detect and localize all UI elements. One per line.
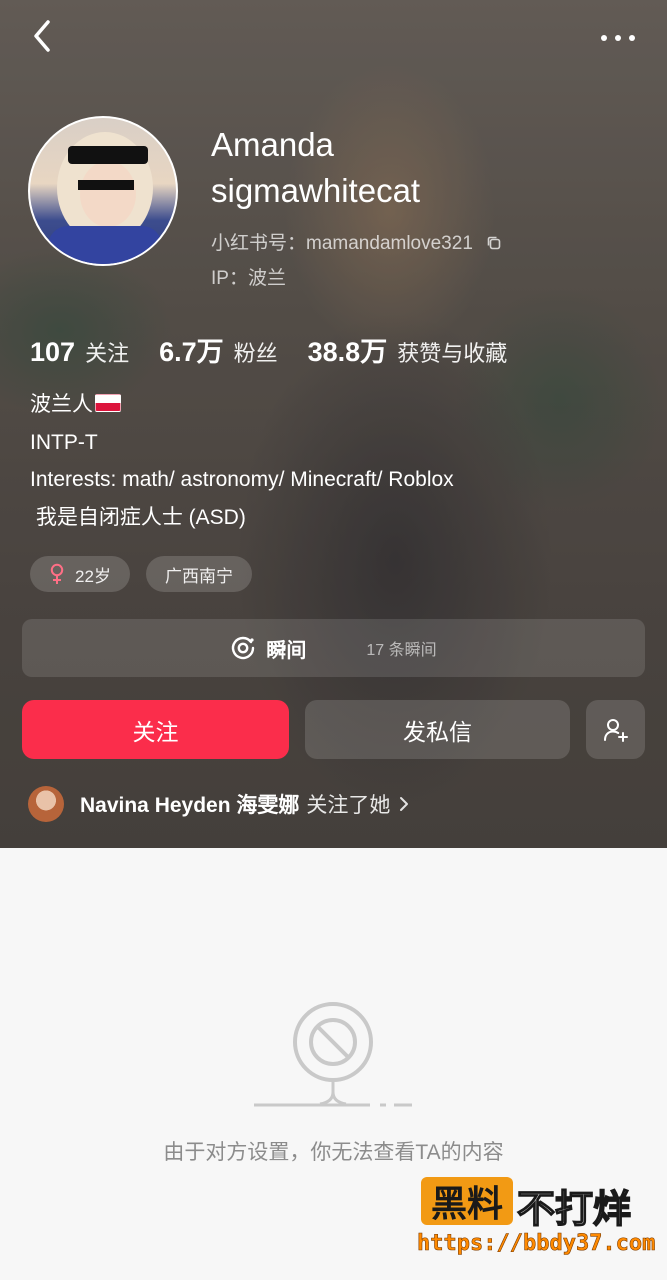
poland-flag-icon [95,394,121,412]
more-horizontal-icon[interactable] [598,28,638,48]
bio-line: 我是自闭症人士 (ASD) [30,505,246,529]
empty-state-message: 由于对方设置，你无法查看TA的内容 [163,1141,504,1164]
xhs-id: 小红书号：mamandamlove321 [211,228,502,255]
bio-line: 波兰人 [30,386,454,424]
moments-count: 17 条瞬间 [366,642,437,659]
stat-likes-value: 38.8万 [307,337,388,367]
moments-title: 瞬间 [266,639,307,662]
stat-following-value: 107 [30,337,76,367]
stat-followers-value: 6.7万 [159,337,224,367]
blocked-content-icon [254,1002,412,1107]
stat-following-label: 关注 [85,341,130,366]
moments-bar[interactable]: 瞬间 17 条瞬间 [22,619,645,677]
ip-label: IP： [211,268,248,289]
ip-location: IP：波兰 [211,263,286,290]
xhs-id-label: 小红书号： [211,233,307,254]
chevron-left-icon[interactable] [28,16,58,56]
add-user-icon [603,718,628,742]
bio-line: Interests: math/ astronomy/ Minecraft/ R… [30,468,454,491]
profile-header: Amanda sigmawhitecat 小红书号：mamandamlove32… [0,0,667,848]
location-tag: 广西南宁 [146,556,252,592]
ip-value: 波兰 [247,268,286,289]
stat-followers[interactable]: 6.7万 粉丝 [159,330,278,369]
stat-likes[interactable]: 38.8万 获赞与收藏 [308,330,508,369]
avatar-image [48,132,162,264]
watermark-badge: 黑料 [421,1177,513,1225]
xhs-id-value: mamandamlove321 [306,233,473,254]
add-friend-button[interactable] [586,700,645,759]
follow-button[interactable]: 关注 [22,700,289,759]
watermark-url: https://bbdy37.com [417,1231,656,1257]
recommendation-name: Navina Heyden 海雯娜 [80,794,300,817]
bio-line-text: 波兰人 [30,393,93,416]
stat-likes-label: 获赞与收藏 [397,341,508,366]
mutual-follow-recommendation[interactable]: Navina Heyden 海雯娜 关注了她 [28,785,410,823]
watermark-text: 不打烊 [516,1188,632,1232]
copy-icon[interactable] [486,235,502,251]
female-icon [50,563,64,584]
chevron-right-icon [400,797,409,811]
follow-button-label: 关注 [132,718,179,745]
message-button-label: 发私信 [403,718,472,745]
profile-name: Amanda sigmawhitecat [211,122,420,214]
moments-icon [232,636,255,660]
bio: 波兰人 INTP-T Interests: math/ astronomy/ M… [30,386,454,536]
stat-followers-label: 粉丝 [233,341,278,366]
recommendation-text: 关注了她 [306,794,391,817]
bio-line: INTP-T [30,430,98,454]
age-tag-label: 22岁 [75,566,111,586]
message-button[interactable]: 发私信 [305,700,570,759]
avatar[interactable] [28,116,178,266]
profile-name-line1: Amanda [211,126,334,163]
age-tag: 22岁 [30,556,130,592]
profile-name-line2: sigmawhitecat [211,172,421,209]
recommendation-avatar [28,786,64,822]
stat-following[interactable]: 107 关注 [30,336,129,368]
location-tag-label: 广西南宁 [165,566,233,586]
stats-row: 107 关注 6.7万 粉丝 38.8万 获赞与收藏 [30,330,537,369]
